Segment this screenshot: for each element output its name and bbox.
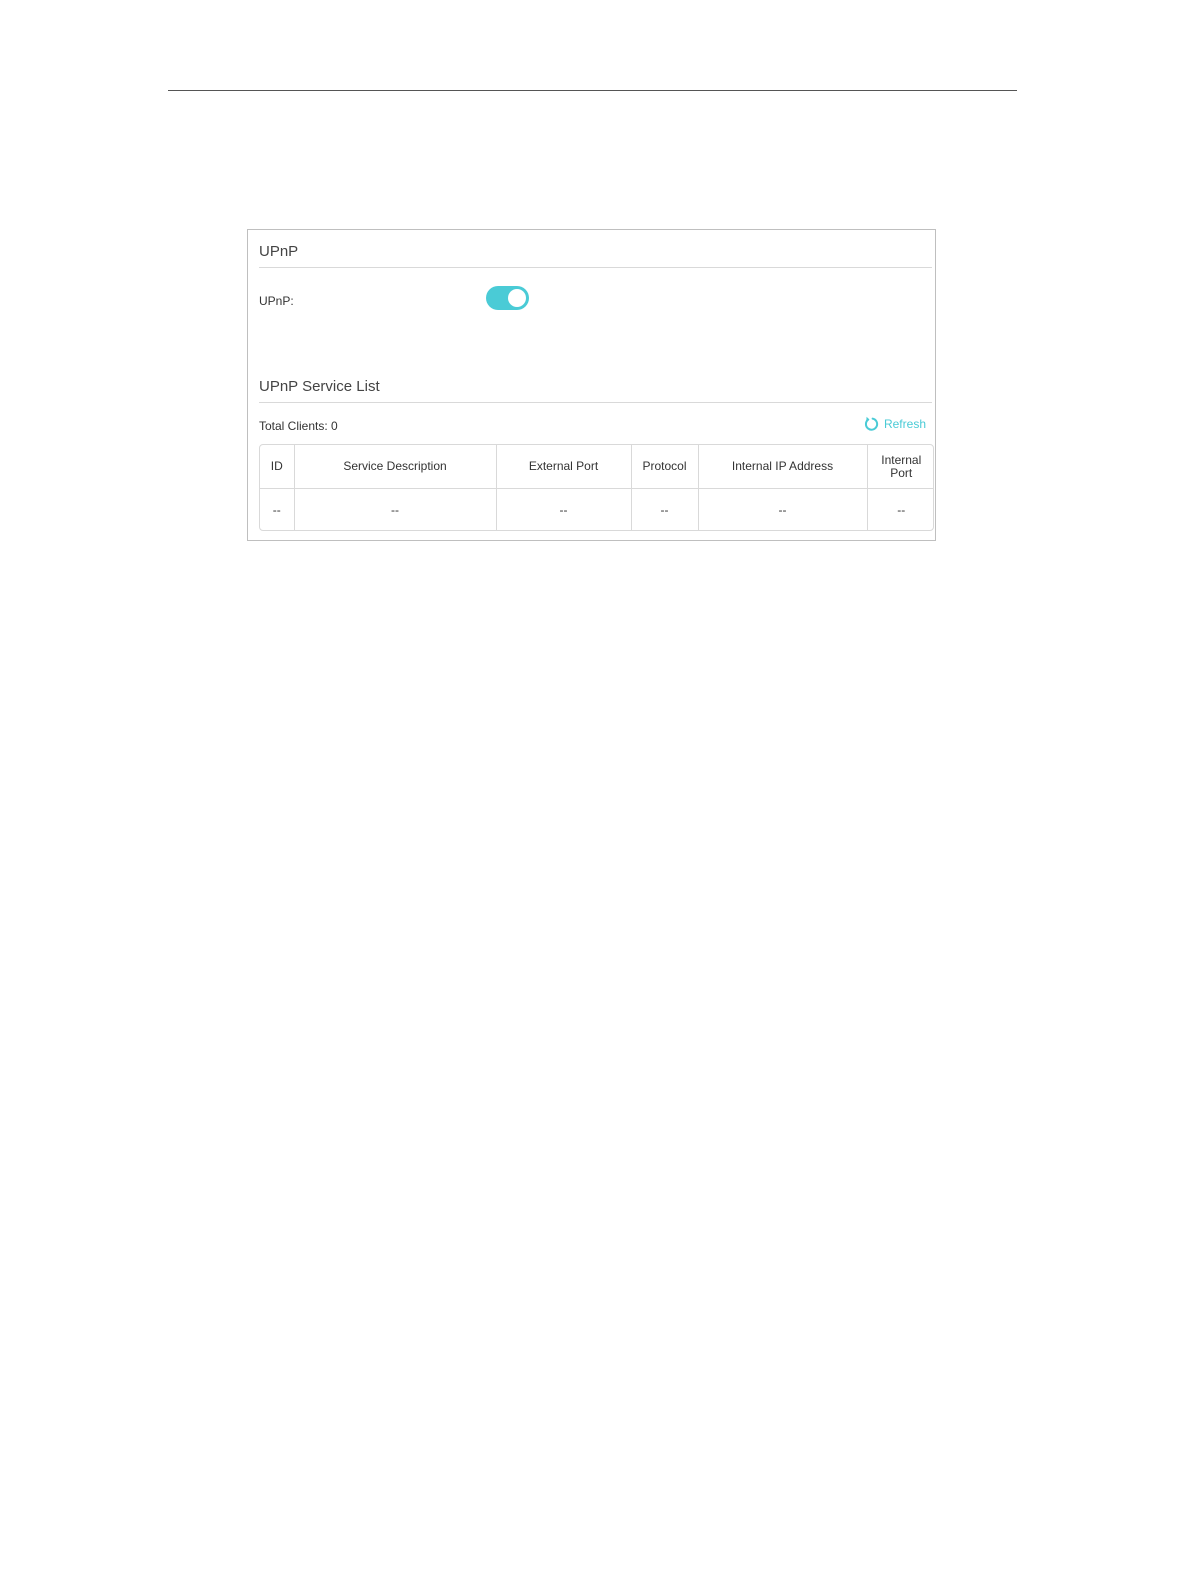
cell-internal-port: --: [897, 502, 906, 517]
cell-internal-ip-address: --: [698, 488, 868, 530]
page-header-divider: [168, 90, 1017, 91]
upnp-section-title: UPnP: [259, 243, 299, 260]
cell-service-description: --: [294, 488, 497, 530]
upnp-section-divider: [259, 267, 932, 268]
column-header-protocol: Protocol: [631, 445, 699, 489]
cell-protocol: --: [631, 488, 699, 530]
upnp-toggle-label: UPnP:: [259, 294, 294, 308]
refresh-label: Refresh: [883, 417, 926, 431]
table-row: -- -- -- -- -- --: [260, 488, 933, 530]
refresh-button[interactable]: Refresh: [863, 416, 926, 432]
column-header-internal-port: Internal Port: [867, 445, 933, 489]
column-header-service-description: Service Description: [294, 445, 497, 489]
column-header-id: ID: [260, 445, 295, 489]
total-clients-count: Total Clients: 0: [259, 419, 338, 433]
column-header-internal-ip-address: Internal IP Address: [698, 445, 868, 489]
upnp-panel: UPnP UPnP: UPnP Service List Total Clien…: [247, 229, 936, 541]
cell-external-port: --: [496, 488, 632, 530]
service-list-table: ID Service Description External Port Pro…: [259, 444, 934, 531]
column-header-external-port: External Port: [496, 445, 632, 489]
table-header-row: ID Service Description External Port Pro…: [260, 445, 933, 489]
upnp-toggle-knob: [508, 289, 526, 307]
cell-id: --: [260, 488, 295, 530]
service-list-divider: [259, 402, 932, 403]
refresh-icon: [864, 416, 879, 431]
service-list-title: UPnP Service List: [259, 378, 380, 395]
upnp-toggle[interactable]: [486, 286, 529, 310]
